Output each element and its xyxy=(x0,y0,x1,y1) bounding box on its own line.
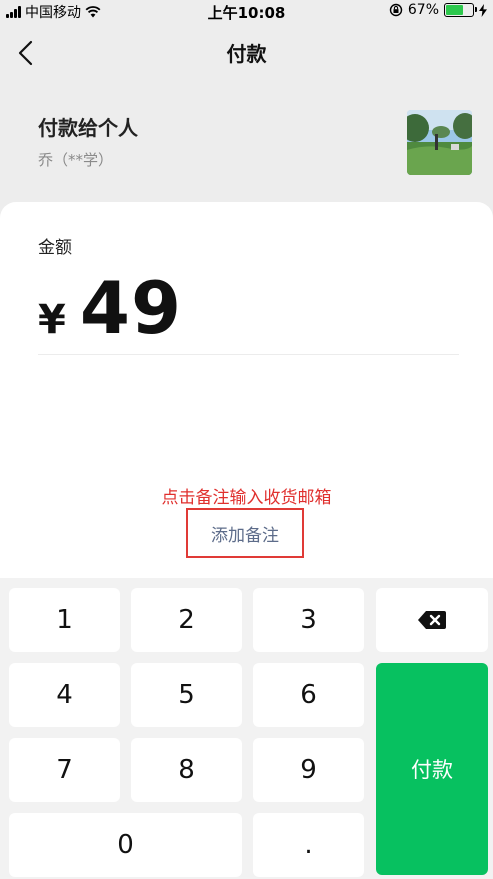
status-right: 67% xyxy=(389,2,487,18)
status-bar: 中国移动 上午10:08 67% xyxy=(0,0,493,22)
rotation-lock-icon xyxy=(389,3,403,17)
battery-percent: 67% xyxy=(407,2,439,18)
payee-name: 乔（**学） xyxy=(38,151,114,169)
battery-icon xyxy=(444,3,477,17)
pay-button[interactable]: 付款 xyxy=(376,663,488,875)
key-1[interactable]: 1 xyxy=(9,588,120,652)
key-6[interactable]: 6 xyxy=(253,663,364,727)
amount-value: 49 xyxy=(79,266,183,350)
key-9[interactable]: 9 xyxy=(253,738,364,802)
payee-title: 付款给个人 xyxy=(38,116,138,140)
key-0[interactable]: 0 xyxy=(9,813,242,877)
avatar-image xyxy=(407,110,472,175)
backspace-button[interactable] xyxy=(376,588,488,652)
battery-fill xyxy=(446,5,464,15)
key-3[interactable]: 3 xyxy=(253,588,364,652)
add-remark-button[interactable]: 添加备注 xyxy=(186,508,304,558)
amount-input[interactable]: ¥ 49 xyxy=(38,266,182,350)
chevron-left-icon xyxy=(18,40,33,66)
currency-symbol: ¥ xyxy=(38,297,66,343)
key-4[interactable]: 4 xyxy=(9,663,120,727)
key-2[interactable]: 2 xyxy=(131,588,242,652)
charging-icon xyxy=(479,3,487,17)
key-7[interactable]: 7 xyxy=(9,738,120,802)
avatar xyxy=(407,110,472,175)
divider xyxy=(38,354,459,355)
payee-info: 付款给个人 乔（**学） xyxy=(38,112,138,170)
page-title: 付款 xyxy=(226,42,267,66)
amount-card: 金额 ¥ 49 点击备注输入收货邮箱 添加备注 xyxy=(0,202,493,578)
key-8[interactable]: 8 xyxy=(131,738,242,802)
annotation-text: 点击备注输入收货邮箱 xyxy=(161,488,332,508)
nav-bar: 付款 xyxy=(0,22,493,84)
amount-label: 金额 xyxy=(38,238,72,258)
key-dot[interactable]: . xyxy=(253,813,364,877)
back-button[interactable] xyxy=(16,40,40,66)
key-5[interactable]: 5 xyxy=(131,663,242,727)
backspace-icon xyxy=(418,611,446,629)
keypad: 1 2 3 4 5 6 7 8 9 0 . 付款 xyxy=(0,578,493,879)
